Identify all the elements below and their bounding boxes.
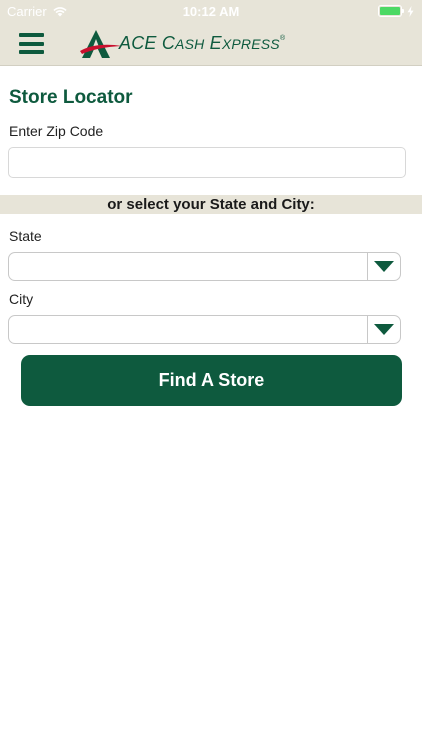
- find-a-store-button[interactable]: Find A Store: [21, 355, 402, 406]
- state-label: State: [9, 228, 42, 244]
- status-bar: Carrier 10:12 AM: [0, 0, 422, 22]
- logo-word-cash-cap: C: [161, 33, 176, 53]
- logo-wordmark: ACE CASH EXPRESS®: [119, 33, 285, 54]
- logo-word-ace: ACE: [119, 33, 157, 53]
- zip-code-label: Enter Zip Code: [9, 123, 104, 139]
- registered-mark: ®: [279, 35, 286, 42]
- triangle-down-icon: [374, 261, 394, 272]
- city-label: City: [9, 291, 34, 307]
- hamburger-menu-icon[interactable]: [19, 33, 44, 54]
- logo-word-express-cap: E: [209, 33, 222, 53]
- state-dropdown[interactable]: [8, 252, 401, 281]
- menu-line: [19, 33, 44, 37]
- battery-indicator: [378, 5, 414, 17]
- bolt-icon: [407, 5, 414, 17]
- city-dropdown-toggle[interactable]: [367, 316, 400, 343]
- zip-code-input[interactable]: [8, 147, 406, 178]
- page-title: Store Locator: [9, 87, 133, 108]
- state-city-divider: or select your State and City:: [0, 195, 422, 214]
- city-dropdown[interactable]: [8, 315, 401, 344]
- logo-word-cash-rest: ASH: [175, 36, 205, 52]
- ace-logo-mark-icon: [80, 30, 122, 58]
- battery-icon: [378, 5, 404, 17]
- ace-cash-express-logo: ACE CASH EXPRESS®: [80, 26, 285, 60]
- nav-bar: ACE CASH EXPRESS®: [0, 22, 422, 66]
- menu-line: [19, 50, 44, 54]
- battery-fill: [380, 7, 400, 15]
- logo-word-express-rest: XPRESS: [221, 36, 280, 52]
- triangle-down-icon: [374, 324, 394, 335]
- menu-line: [19, 41, 44, 46]
- status-time: 10:12 AM: [182, 4, 240, 19]
- state-dropdown-toggle[interactable]: [367, 253, 400, 280]
